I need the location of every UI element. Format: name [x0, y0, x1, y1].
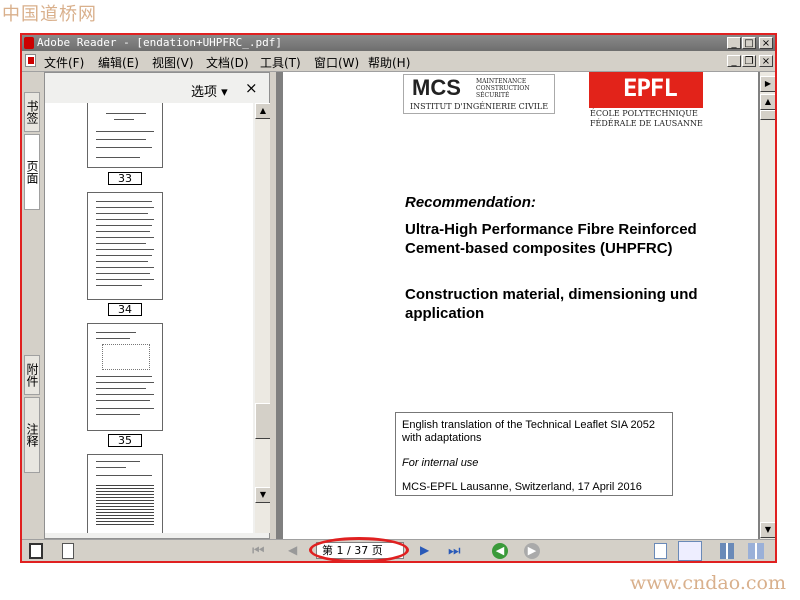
window-title: Adobe Reader - [endation+UHPFRC_.pdf] — [37, 36, 283, 49]
continuous-facing-view-icon[interactable] — [748, 543, 764, 559]
scroll-down-button[interactable]: ▼ — [255, 487, 271, 503]
thumbnail-label: 33 — [108, 172, 142, 185]
menu-file[interactable]: 文件(F) — [44, 54, 84, 71]
menu-edit[interactable]: 编辑(E) — [98, 54, 139, 71]
mcs-logo: MCS MAINTENANCE CONSTRUCTION SÉCURITÉ IN… — [403, 74, 555, 114]
thumbnail-label: 34 — [108, 303, 142, 316]
navigation-tab-strip: 书签 页面 附件 注释 — [22, 72, 42, 539]
minimize-button[interactable]: _ — [727, 37, 741, 49]
doc-heading: Recommendation: — [405, 194, 536, 211]
thumbnails-header: 选项 ▾ × — [45, 73, 269, 103]
adobe-reader-icon — [24, 37, 34, 49]
go-forward-icon[interactable]: ▶ — [524, 543, 540, 559]
thumbnail-page-35[interactable] — [87, 323, 163, 431]
single-page-icon[interactable] — [29, 543, 43, 559]
page-thumbnails-panel: 选项 ▾ × 33 34 35 ▲ ▼ — [44, 72, 271, 539]
thumbnail-label: 35 — [108, 434, 142, 447]
scroll-down-button[interactable]: ▼ — [760, 522, 775, 538]
doc-restore-button[interactable]: ❐ — [742, 55, 756, 67]
menu-help[interactable]: 帮助(H) — [368, 54, 410, 71]
previous-page-icon[interactable]: ◀ — [288, 543, 297, 559]
thumbnail-list[interactable]: 33 34 35 — [45, 103, 253, 533]
info-line3: For internal use — [402, 457, 479, 469]
menu-document[interactable]: 文档(D) — [206, 54, 249, 71]
pdf-document-icon[interactable] — [25, 54, 36, 67]
menu-window[interactable]: 窗口(W) — [314, 54, 359, 71]
reader-window: Adobe Reader - [endation+UHPFRC_.pdf] _ … — [20, 33, 777, 563]
document-view[interactable]: MCS MAINTENANCE CONSTRUCTION SÉCURITÉ IN… — [276, 72, 760, 539]
continuous-view-icon[interactable] — [678, 541, 702, 561]
status-navigation-bar: ⏮ ◀ 第 1 / 37 页 ▶ ⏭ ◀ ▶ — [22, 537, 775, 561]
tab-attachments[interactable]: 附件 — [24, 355, 40, 395]
doc-subtitle-line2: application — [405, 305, 485, 322]
last-page-icon[interactable]: ⏭ — [448, 543, 461, 559]
doc-title-line2: Cement-based composites (UHPFRC) — [405, 240, 673, 257]
thumbnail-scrollbar[interactable]: ▲ ▼ — [255, 103, 271, 533]
close-button[interactable]: × — [759, 37, 773, 49]
info-box: English translation of the Technical Lea… — [395, 412, 673, 496]
info-line1: English translation of the Technical Lea… — [402, 419, 655, 431]
watermark-top: 中国道桥网 — [2, 4, 97, 25]
page-size-icon[interactable] — [62, 543, 74, 559]
scroll-up-button[interactable]: ▲ — [760, 94, 775, 110]
go-back-icon[interactable]: ◀ — [492, 543, 508, 559]
document-scrollbar[interactable]: ▶ ▲ ▼ — [760, 72, 775, 539]
doc-title-line1: Ultra-High Performance Fibre Reinforced — [405, 221, 697, 238]
thumbnail-page-33[interactable] — [87, 103, 163, 168]
thumbnail-page-36[interactable] — [87, 454, 163, 533]
epfl-logo: EPFL — [589, 72, 703, 108]
highlight-ellipse — [309, 537, 409, 561]
maximize-button[interactable]: □ — [742, 37, 756, 49]
tab-comments[interactable]: 注释 — [24, 397, 40, 473]
single-page-view-icon[interactable] — [654, 543, 667, 559]
scroll-up-button[interactable]: ▲ — [255, 103, 271, 119]
pdf-page: MCS MAINTENANCE CONSTRUCTION SÉCURITÉ IN… — [283, 72, 758, 539]
menu-tools[interactable]: 工具(T) — [260, 54, 301, 71]
split-view-button[interactable]: ▶ — [760, 76, 775, 92]
doc-subtitle-line1: Construction material, dimensioning und — [405, 286, 698, 303]
scroll-thumb[interactable] — [255, 403, 271, 439]
menu-view[interactable]: 视图(V) — [152, 54, 194, 71]
scroll-thumb[interactable] — [760, 110, 775, 120]
info-line4: MCS-EPFL Lausanne, Switzerland, 17 April… — [402, 481, 642, 493]
doc-close-button[interactable]: × — [759, 55, 773, 67]
epfl-name-line1: ÉCOLE POLYTECHNIQUE — [590, 109, 698, 118]
doc-minimize-button[interactable]: _ — [727, 55, 741, 67]
info-line2: with adaptations — [402, 432, 482, 444]
close-panel-button[interactable]: × — [245, 79, 258, 97]
tab-pages[interactable]: 页面 — [24, 134, 40, 210]
menu-bar: 文件(F) 编辑(E) 视图(V) 文档(D) 工具(T) 窗口(W) 帮助(H… — [22, 51, 775, 72]
epfl-name-line2: FÉDÉRALE DE LAUSANNE — [590, 119, 703, 128]
title-bar[interactable]: Adobe Reader - [endation+UHPFRC_.pdf] _ … — [22, 35, 775, 51]
tab-bookmarks[interactable]: 书签 — [24, 92, 40, 132]
watermark-bottom: www.cndao.com — [629, 572, 786, 594]
next-page-icon[interactable]: ▶ — [420, 543, 429, 559]
thumbnail-page-34[interactable] — [87, 192, 163, 300]
first-page-icon[interactable]: ⏮ — [252, 543, 265, 559]
facing-view-icon[interactable] — [720, 543, 734, 559]
options-menu[interactable]: 选项 ▾ — [191, 81, 228, 100]
